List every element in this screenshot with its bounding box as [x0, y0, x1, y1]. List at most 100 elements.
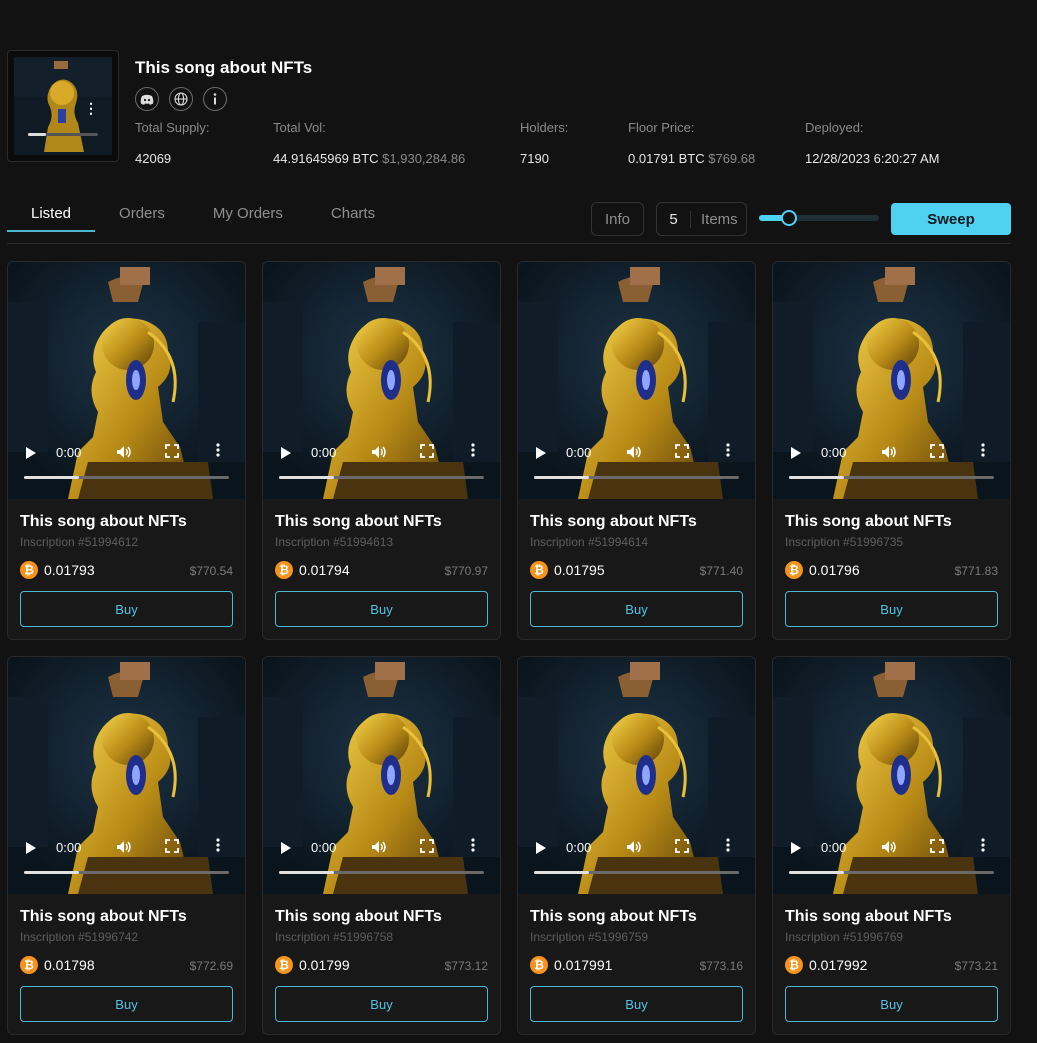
seek-bar-played [24, 871, 80, 874]
seek-bar[interactable] [534, 871, 739, 874]
buy-button[interactable]: Buy [785, 986, 998, 1022]
more-options-icon[interactable] [726, 442, 730, 460]
price-usd: $773.12 [444, 959, 488, 973]
fullscreen-icon[interactable] [930, 839, 944, 856]
nft-card[interactable]: 0:00 This song about NFTs Inscription #5… [772, 261, 1011, 640]
info-button[interactable]: Info [591, 202, 644, 236]
tab-my-orders[interactable]: My Orders [213, 205, 283, 232]
sweep-slider-handle[interactable] [781, 210, 797, 226]
card-price: ₿ 0.01799 [275, 956, 350, 974]
play-icon[interactable] [26, 447, 36, 459]
fullscreen-icon[interactable] [420, 839, 434, 856]
player-time: 0:00 [821, 840, 847, 855]
tab-orders[interactable]: Orders [119, 205, 165, 232]
player-time: 0:00 [566, 445, 592, 460]
card-title: This song about NFTs [785, 513, 952, 530]
play-icon[interactable] [281, 447, 291, 459]
volume-icon[interactable] [371, 839, 387, 858]
more-options-icon[interactable] [981, 837, 985, 855]
audio-player[interactable]: 0:00 [773, 262, 1010, 499]
fullscreen-icon[interactable] [165, 444, 179, 461]
volume-icon[interactable] [116, 444, 132, 463]
seek-bar[interactable] [534, 476, 739, 479]
items-count[interactable]: 5 [657, 210, 691, 228]
thumbnail-more-icon[interactable]: ⋮ [84, 101, 98, 115]
seek-bar[interactable] [789, 871, 994, 874]
seek-bar-played [24, 476, 80, 479]
sweep-slider[interactable] [759, 210, 879, 226]
discord-icon[interactable] [135, 87, 159, 111]
play-icon[interactable] [791, 447, 801, 459]
card-title: This song about NFTs [20, 513, 187, 530]
audio-player[interactable]: 0:00 [518, 657, 755, 894]
play-icon[interactable] [791, 842, 801, 854]
collection-thumbnail[interactable]: ⋮ [7, 50, 119, 162]
info-icon[interactable] [203, 87, 227, 111]
buy-button[interactable]: Buy [275, 986, 488, 1022]
more-options-icon[interactable] [216, 442, 220, 460]
globe-icon[interactable] [169, 87, 193, 111]
card-price: ₿ 0.01798 [20, 956, 95, 974]
inscription-number: Inscription #51996735 [785, 535, 904, 549]
audio-player[interactable]: 0:00 [263, 657, 500, 894]
card-price: ₿ 0.017991 [530, 956, 612, 974]
more-options-icon[interactable] [726, 837, 730, 855]
bitcoin-icon: ₿ [20, 561, 38, 579]
fullscreen-icon[interactable] [675, 839, 689, 856]
sweep-button[interactable]: Sweep [891, 203, 1011, 235]
buy-button[interactable]: Buy [530, 986, 743, 1022]
nft-card[interactable]: 0:00 This song about NFTs Inscription #5… [262, 656, 501, 1035]
audio-player[interactable]: 0:00 [518, 262, 755, 499]
more-options-icon[interactable] [471, 442, 475, 460]
nft-card[interactable]: 0:00 This song about NFTs Inscription #5… [7, 656, 246, 1035]
seek-bar[interactable] [279, 476, 484, 479]
audio-player[interactable]: 0:00 [773, 657, 1010, 894]
audio-player[interactable]: 0:00 [8, 262, 245, 499]
volume-icon[interactable] [881, 839, 897, 858]
buy-button[interactable]: Buy [20, 986, 233, 1022]
play-icon[interactable] [536, 842, 546, 854]
buy-button[interactable]: Buy [785, 591, 998, 627]
tab-charts[interactable]: Charts [331, 205, 375, 232]
inscription-number: Inscription #51996769 [785, 930, 904, 944]
fullscreen-icon[interactable] [420, 444, 434, 461]
volume-icon[interactable] [626, 444, 642, 463]
buy-button[interactable]: Buy [530, 591, 743, 627]
inscription-number: Inscription #51994614 [530, 535, 649, 549]
fullscreen-icon[interactable] [675, 444, 689, 461]
more-options-icon[interactable] [216, 837, 220, 855]
nft-card[interactable]: 0:00 This song about NFTs Inscription #5… [262, 261, 501, 640]
more-options-icon[interactable] [471, 837, 475, 855]
stat-label: Floor Price: [628, 120, 695, 135]
bitcoin-icon: ₿ [275, 561, 293, 579]
fullscreen-icon[interactable] [165, 839, 179, 856]
volume-icon[interactable] [626, 839, 642, 858]
seek-bar-played [279, 476, 335, 479]
seek-bar[interactable] [24, 476, 229, 479]
stat-holders: Holders: 7190 [520, 120, 568, 166]
nft-card[interactable]: 0:00 This song about NFTs Inscription #5… [517, 656, 756, 1035]
audio-player[interactable]: 0:00 [263, 262, 500, 499]
more-options-icon[interactable] [981, 442, 985, 460]
nft-card[interactable]: 0:00 This song about NFTs Inscription #5… [7, 261, 246, 640]
seek-bar[interactable] [24, 871, 229, 874]
nft-card[interactable]: 0:00 This song about NFTs Inscription #5… [772, 656, 1011, 1035]
seek-bar[interactable] [279, 871, 484, 874]
nft-card[interactable]: 0:00 This song about NFTs Inscription #5… [517, 261, 756, 640]
seek-bar[interactable] [789, 476, 994, 479]
buy-button[interactable]: Buy [20, 591, 233, 627]
play-icon[interactable] [536, 447, 546, 459]
buy-button[interactable]: Buy [275, 591, 488, 627]
audio-player[interactable]: 0:00 [8, 657, 245, 894]
volume-icon[interactable] [371, 444, 387, 463]
fullscreen-icon[interactable] [930, 444, 944, 461]
play-icon[interactable] [26, 842, 36, 854]
sweep-items-input[interactable]: 5 Items [656, 202, 747, 236]
tab-listed[interactable]: Listed [7, 205, 96, 232]
volume-icon[interactable] [881, 444, 897, 463]
play-icon[interactable] [281, 842, 291, 854]
stat-floor-price: Floor Price: 0.01791 BTC $769.68 [628, 120, 755, 166]
card-price: ₿ 0.01793 [20, 561, 95, 579]
price-btc: 0.017991 [554, 957, 613, 973]
volume-icon[interactable] [116, 839, 132, 858]
